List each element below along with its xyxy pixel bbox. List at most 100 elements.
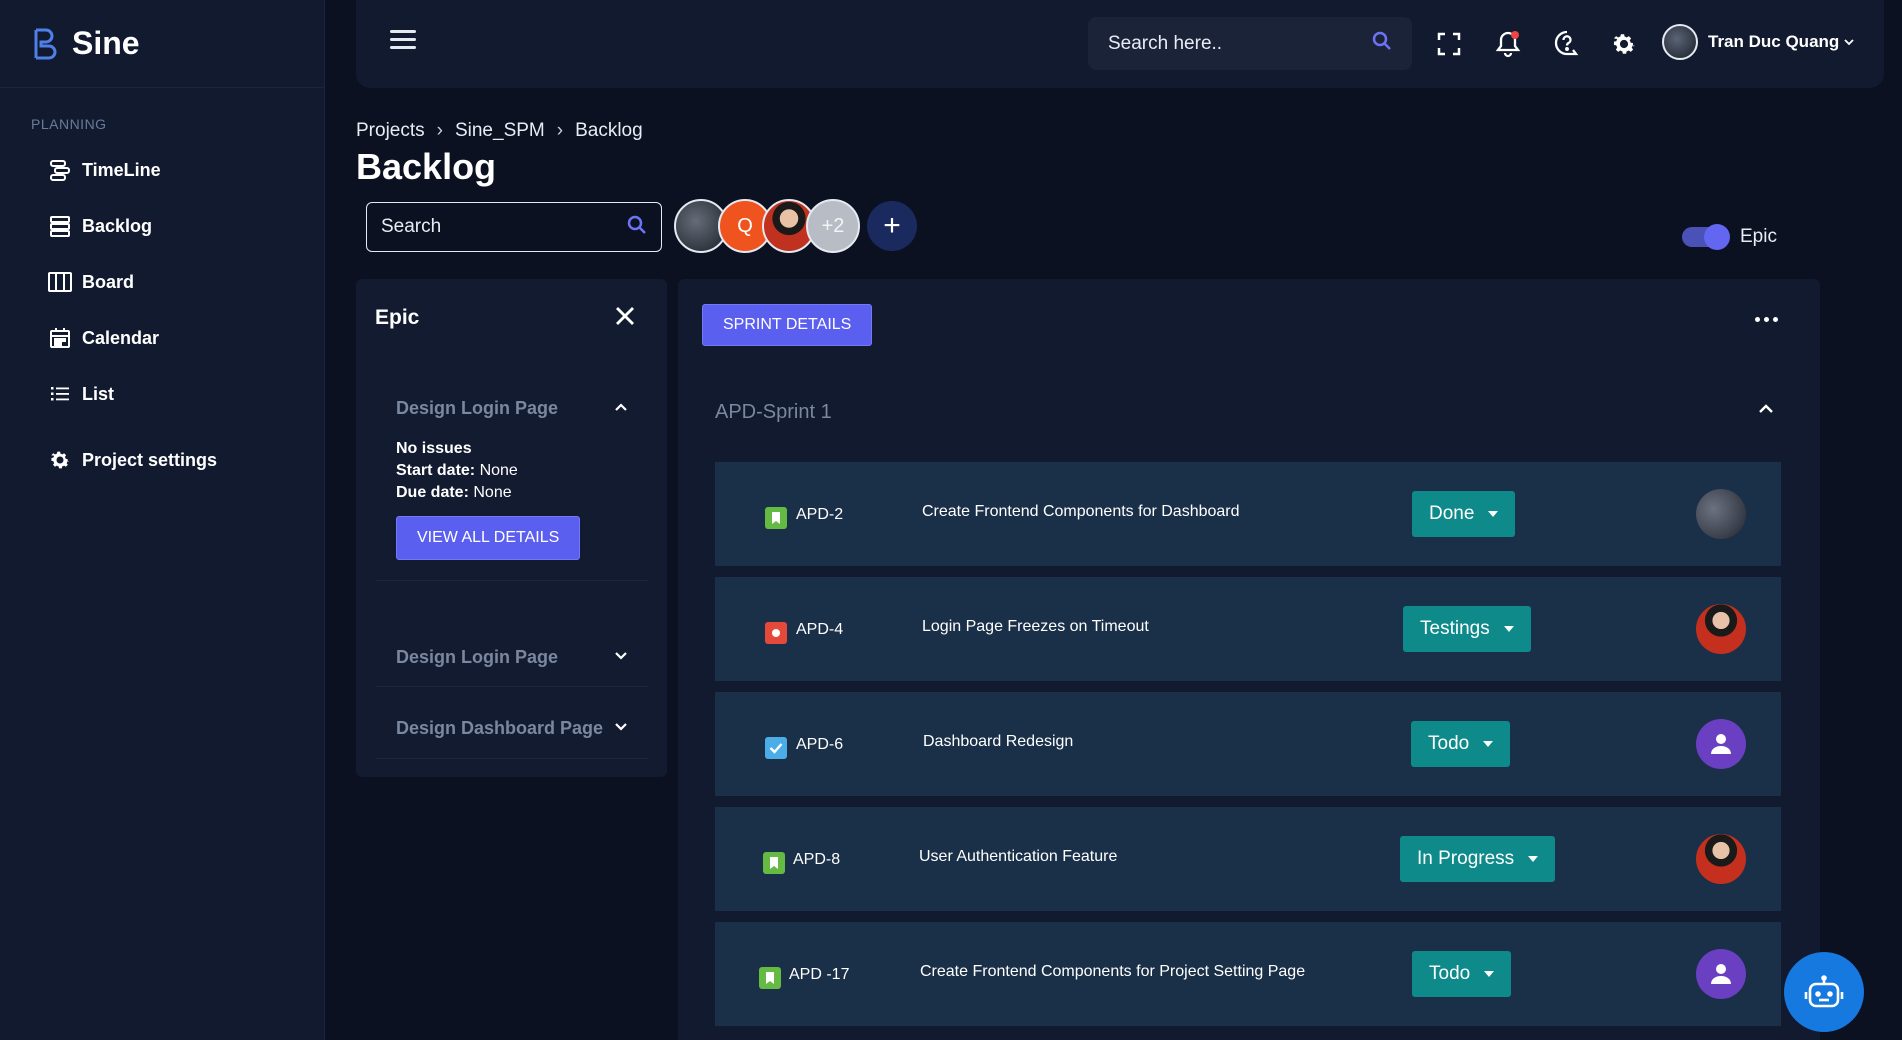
assignee-avatar[interactable] [1696,604,1746,654]
epic-item: Design Login Page No issues Start date: … [376,378,648,581]
status-label: Todo [1429,963,1471,984]
chevron-up-icon[interactable] [614,399,628,417]
issue-key[interactable]: APD-6 [796,736,843,754]
person-icon[interactable] [1696,949,1746,999]
issue-key[interactable]: APD-8 [793,851,840,869]
sprint-panel: SPRINT DETAILS APD-Sprint 1 APD-2 Create… [678,279,1820,1040]
status-dropdown[interactable]: Done [1412,491,1516,537]
breadcrumb-projects[interactable]: Projects [356,120,425,142]
sprint-details-button[interactable]: SPRINT DETAILS [702,304,873,346]
issue-key[interactable]: APD-2 [796,506,843,524]
issue-row[interactable]: APD-4 Login Page Freezes on Timeout Test… [715,577,1781,681]
breadcrumb-separator: › [556,120,564,141]
sprint-name: APD-Sprint 1 [715,401,832,423]
epic-toggle[interactable]: Epic [1682,224,1777,250]
sidebar-item-calendar[interactable]: Calendar [0,310,324,366]
issue-summary[interactable]: Dashboard Redesign [923,733,1073,751]
user-avatar [1662,24,1698,60]
global-search[interactable] [1088,17,1412,70]
chatbot-icon[interactable] [1784,952,1864,1032]
status-dropdown[interactable]: Todo [1411,721,1511,767]
status-dropdown[interactable]: In Progress [1400,836,1556,882]
backlog-icon [48,214,72,238]
epic-toggle-label: Epic [1740,226,1777,247]
app-logo[interactable]: Sine [0,0,324,88]
member-avatars: Q +2 [674,199,860,253]
due-date-value: None [473,484,512,501]
person-icon[interactable] [1696,719,1746,769]
start-date-value: None [479,462,518,479]
story-icon [763,852,785,874]
issue-row[interactable]: APD -17 Create Frontend Components for P… [715,922,1781,1026]
sidebar-item-backlog[interactable]: Backlog [0,198,324,254]
epic-item-header[interactable]: Design Login Page [376,378,648,438]
bug-icon [765,622,787,644]
gear-icon [48,448,72,472]
help-icon[interactable] [1552,29,1582,59]
search-icon[interactable] [627,215,647,240]
timeline-icon [48,158,72,182]
calendar-icon [48,326,72,350]
issue-row[interactable]: APD-2 Create Frontend Components for Das… [715,462,1781,566]
breadcrumb-project[interactable]: Sine_SPM [455,120,545,142]
user-menu[interactable]: Tran Duc Quang [1662,24,1855,60]
backlog-search-input[interactable] [381,216,611,238]
status-dropdown[interactable]: Todo [1412,951,1512,997]
task-icon [765,737,787,759]
epic-item-name: Design Login Page [396,397,559,418]
issue-key[interactable]: APD -17 [789,966,849,984]
search-icon[interactable] [1372,31,1392,56]
assignee-avatar[interactable] [1696,489,1746,539]
epic-item-details: No issues Start date: None Due date: Non… [376,438,648,580]
story-icon [765,507,787,529]
sidebar-item-list[interactable]: List [0,366,324,422]
backlog-search[interactable] [366,202,662,252]
sidebar: Sine PLANNING TimeLine Backlog Board Cal… [0,0,325,1040]
story-icon [759,967,781,989]
chevron-down-icon[interactable] [614,719,628,737]
caret-down-icon [1483,741,1494,747]
sidebar-item-timeline[interactable]: TimeLine [0,142,324,198]
view-all-details-button[interactable]: VIEW ALL DETAILS [396,516,581,560]
issue-summary[interactable]: Create Frontend Components for Project S… [920,963,1305,981]
epic-item: Design Dashboard Page [376,698,648,759]
issue-summary[interactable]: Create Frontend Components for Dashboard [922,503,1240,521]
menu-icon[interactable] [390,30,416,56]
sidebar-item-label: List [82,383,115,404]
close-icon[interactable] [614,305,640,331]
settings-gear-icon[interactable] [1609,29,1639,59]
breadcrumb: Projects › Sine_SPM › Backlog [356,120,643,142]
epic-item-header[interactable]: Design Dashboard Page [376,698,648,758]
logo-icon [32,28,58,60]
sidebar-item-label: Backlog [82,215,153,236]
notification-bell-icon[interactable] [1493,29,1523,59]
issue-row[interactable]: APD-6 Dashboard Redesign Todo [715,692,1781,796]
sidebar-item-board[interactable]: Board [0,254,324,310]
add-member-button[interactable]: + [867,201,917,251]
more-options-icon[interactable] [1749,309,1783,329]
more-members-badge[interactable]: +2 [806,199,860,253]
caret-down-icon [1503,626,1514,632]
page-title: Backlog [356,146,497,187]
sidebar-item-label: Project settings [82,449,218,470]
section-label-planning: PLANNING [31,116,107,132]
list-icon [48,382,72,406]
issue-row[interactable]: APD-8 User Authentication Feature In Pro… [715,807,1781,911]
issue-key[interactable]: APD-4 [796,621,843,639]
issue-summary[interactable]: Login Page Freezes on Timeout [922,618,1149,636]
breadcrumb-current[interactable]: Backlog [575,120,643,142]
issue-summary[interactable]: User Authentication Feature [919,848,1117,866]
epic-item: Design Login Page [376,628,648,687]
sidebar-item-label: Calendar [82,327,160,348]
epic-toggle-switch[interactable] [1682,224,1730,250]
epic-issues-text: No issues [396,440,472,457]
epic-item-header[interactable]: Design Login Page [376,628,648,686]
chevron-up-icon[interactable] [1758,401,1774,419]
fullscreen-icon[interactable] [1434,29,1464,59]
global-search-input[interactable] [1108,32,1348,55]
status-dropdown[interactable]: Testings [1403,606,1531,652]
status-label: Todo [1428,733,1470,754]
sidebar-item-project-settings[interactable]: Project settings [0,432,324,488]
chevron-down-icon[interactable] [614,648,628,666]
assignee-avatar[interactable] [1696,834,1746,884]
